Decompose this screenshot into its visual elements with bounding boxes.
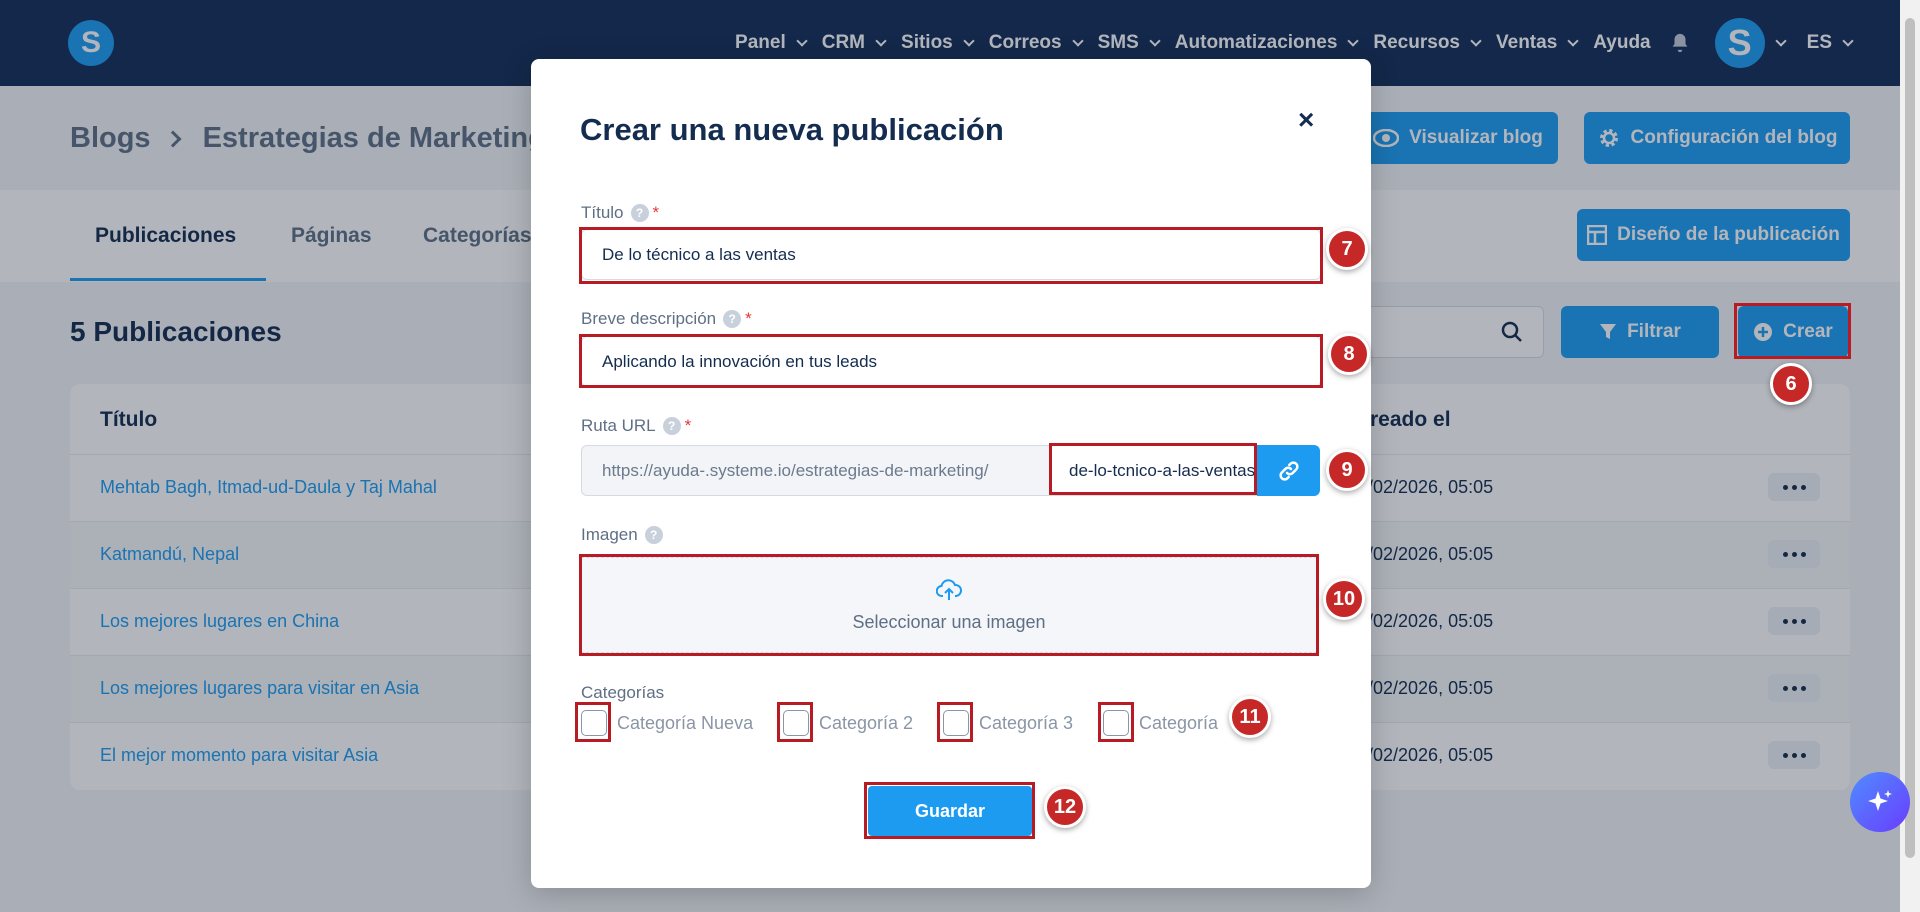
category-label: Categoría Nueva xyxy=(617,712,754,733)
ai-assistant-button[interactable] xyxy=(1850,772,1910,832)
step-badge-10: 10 xyxy=(1323,578,1365,620)
required-mark: * xyxy=(745,309,752,328)
description-label: Breve descripción xyxy=(581,309,717,328)
sparkle-icon xyxy=(1868,790,1892,811)
step-badge-12: 12 xyxy=(1044,786,1086,828)
highlight-category-checkbox xyxy=(777,702,813,742)
category-label: Categoría 2 xyxy=(819,712,914,733)
highlight-category-checkbox xyxy=(937,702,973,742)
step-badge-9: 9 xyxy=(1326,449,1368,491)
title-label: Título xyxy=(581,203,624,222)
step-badge-7: 7 xyxy=(1326,228,1368,270)
image-label: Imagen xyxy=(581,525,638,544)
category-label: Categoría 3 xyxy=(979,712,1074,733)
modal-title: Crear una nueva publicación xyxy=(580,112,1004,147)
step-badge-6: 6 xyxy=(1770,363,1812,405)
category-label: Categoría xyxy=(1139,712,1219,733)
highlight-image-upload xyxy=(579,554,1319,656)
help-icon[interactable]: ? xyxy=(630,204,649,222)
close-icon[interactable]: × xyxy=(1298,104,1322,135)
link-icon xyxy=(1278,460,1299,481)
highlight-category-checkbox xyxy=(575,702,611,742)
help-icon[interactable]: ? xyxy=(723,310,742,328)
step-badge-8: 8 xyxy=(1328,333,1370,375)
scrollbar-thumb[interactable] xyxy=(1905,18,1915,858)
title-label-row: Título ? * xyxy=(581,203,659,223)
categories-label: Categorías xyxy=(581,683,665,702)
help-icon[interactable]: ? xyxy=(644,526,663,544)
url-label-row: Ruta URL ? * xyxy=(581,416,691,436)
highlight-save-button xyxy=(864,782,1035,839)
highlight-category-checkbox xyxy=(1098,702,1134,742)
url-prefix: https://ayuda-.systeme.io/estrategias-de… xyxy=(581,445,1051,496)
url-label: Ruta URL xyxy=(581,416,656,435)
required-mark: * xyxy=(684,416,692,435)
help-icon[interactable]: ? xyxy=(662,417,681,435)
link-button[interactable] xyxy=(1257,445,1320,496)
highlight-title-input xyxy=(579,227,1323,284)
required-mark: * xyxy=(652,203,660,222)
highlight-url-slug xyxy=(1049,443,1257,495)
image-label-row: Imagen ? xyxy=(581,525,663,545)
highlight-create-button xyxy=(1734,303,1851,359)
highlight-description-input xyxy=(579,334,1323,388)
step-badge-11: 11 xyxy=(1229,696,1271,738)
description-label-row: Breve descripción ? * xyxy=(581,309,752,329)
